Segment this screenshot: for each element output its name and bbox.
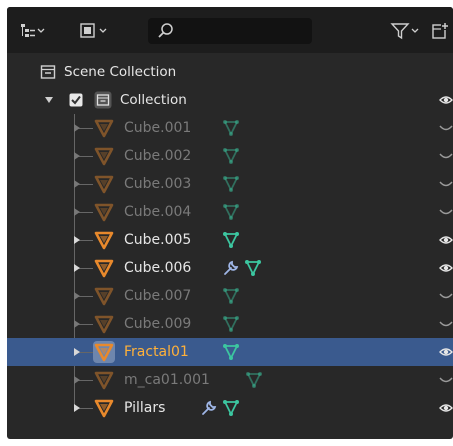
mesh-object-icon: [94, 287, 114, 306]
mesh-object-icon: [93, 341, 115, 363]
mesh-data-icon[interactable]: [244, 259, 262, 277]
mesh-object-icon: [94, 371, 114, 390]
expand-arrow-icon[interactable]: [73, 179, 81, 189]
expand-arrow-icon[interactable]: [73, 291, 81, 301]
mesh-object-icon: [94, 175, 114, 194]
object-row[interactable]: Cube.001: [7, 114, 453, 142]
new-collection-icon: [432, 22, 449, 39]
object-label: Cube.004: [124, 204, 192, 220]
eye-closed-icon[interactable]: [439, 149, 453, 163]
eye-closed-icon[interactable]: [439, 177, 453, 191]
object-label: Cube.006: [124, 260, 192, 276]
scene-collection-label: Scene Collection: [64, 64, 177, 80]
view-layer-dropdown[interactable]: [79, 18, 109, 44]
object-label: m_ca01.001: [124, 372, 210, 388]
object-label: Cube.003: [124, 176, 192, 192]
wrench-modifier-icon[interactable]: [200, 399, 218, 417]
outliner-header: [7, 7, 453, 53]
mesh-object-icon: [94, 399, 114, 418]
object-label: Cube.002: [124, 148, 192, 164]
expand-arrow-icon[interactable]: [73, 375, 81, 385]
mesh-data-icon[interactable]: [222, 287, 240, 305]
object-row[interactable]: Fractal01: [7, 338, 453, 366]
expand-arrow-icon[interactable]: [73, 123, 81, 133]
object-row[interactable]: Cube.004: [7, 198, 453, 226]
display-mode-dropdown[interactable]: [19, 18, 45, 44]
mesh-data-icon[interactable]: [222, 175, 240, 193]
object-row[interactable]: Pillars: [7, 394, 453, 422]
object-label: Fractal01: [124, 344, 189, 360]
object-row[interactable]: Cube.003: [7, 170, 453, 198]
mesh-object-icon: [94, 203, 114, 222]
eye-closed-icon[interactable]: [439, 289, 453, 303]
outliner-display-icon: [21, 24, 45, 37]
mesh-object-icon: [94, 147, 114, 166]
search-input[interactable]: [178, 21, 308, 41]
object-row[interactable]: Cube.007: [7, 282, 453, 310]
expand-arrow-icon[interactable]: [73, 403, 81, 413]
object-label: Cube.001: [124, 120, 192, 136]
eye-closed-icon[interactable]: [439, 121, 453, 135]
eye-closed-icon[interactable]: [439, 205, 453, 219]
mesh-object-icon: [94, 259, 114, 278]
object-label: Cube.005: [124, 232, 192, 248]
mesh-data-icon[interactable]: [222, 119, 240, 137]
expand-arrow-icon[interactable]: [73, 263, 81, 273]
mesh-object-icon: [94, 119, 114, 138]
search-icon: [158, 23, 173, 38]
collection-icon: [94, 91, 112, 109]
object-label: Cube.009: [124, 316, 192, 332]
filter-icon: [390, 23, 419, 40]
search-field[interactable]: [148, 18, 312, 44]
object-row[interactable]: Cube.002: [7, 142, 453, 170]
mesh-object-icon: [94, 315, 114, 334]
eye-icon[interactable]: [439, 233, 453, 247]
object-row[interactable]: m_ca01.001: [7, 366, 453, 394]
scene-collection-icon: [40, 65, 56, 79]
eye-icon[interactable]: [439, 93, 453, 107]
mesh-data-icon[interactable]: [222, 343, 240, 361]
scene-collection-row[interactable]: Scene Collection: [7, 58, 453, 86]
object-label: Cube.007: [124, 288, 192, 304]
object-row[interactable]: Cube.009: [7, 310, 453, 338]
mesh-data-icon[interactable]: [222, 147, 240, 165]
object-label: Pillars: [124, 400, 166, 416]
eye-closed-icon[interactable]: [439, 317, 453, 331]
mesh-data-icon[interactable]: [222, 203, 240, 221]
expand-arrow-icon[interactable]: [44, 95, 54, 105]
mesh-object-icon: [94, 231, 114, 250]
expand-arrow-icon[interactable]: [73, 207, 81, 217]
eye-icon[interactable]: [439, 261, 453, 275]
eye-closed-icon[interactable]: [439, 373, 453, 387]
expand-arrow-icon[interactable]: [73, 347, 81, 357]
mesh-data-icon[interactable]: [222, 315, 240, 333]
mesh-data-icon[interactable]: [222, 399, 240, 417]
eye-icon[interactable]: [439, 401, 453, 415]
mesh-data-icon[interactable]: [245, 371, 263, 389]
collection-checkbox[interactable]: [69, 93, 83, 107]
expand-arrow-icon[interactable]: [73, 319, 81, 329]
wrench-modifier-icon[interactable]: [222, 259, 240, 277]
image-view-icon: [80, 23, 107, 38]
expand-arrow-icon[interactable]: [73, 235, 81, 245]
filter-dropdown[interactable]: [390, 18, 424, 44]
new-collection-button[interactable]: [431, 18, 453, 44]
expand-arrow-icon[interactable]: [73, 151, 81, 161]
eye-icon[interactable]: [439, 345, 453, 359]
outliner-panel: Scene Collection Collection Cube.001 Cub…: [7, 7, 453, 439]
mesh-data-icon[interactable]: [222, 231, 240, 249]
collection-row[interactable]: Collection: [7, 86, 453, 114]
collection-label: Collection: [120, 92, 187, 108]
object-row[interactable]: Cube.006: [7, 254, 453, 282]
object-row[interactable]: Cube.005: [7, 226, 453, 254]
